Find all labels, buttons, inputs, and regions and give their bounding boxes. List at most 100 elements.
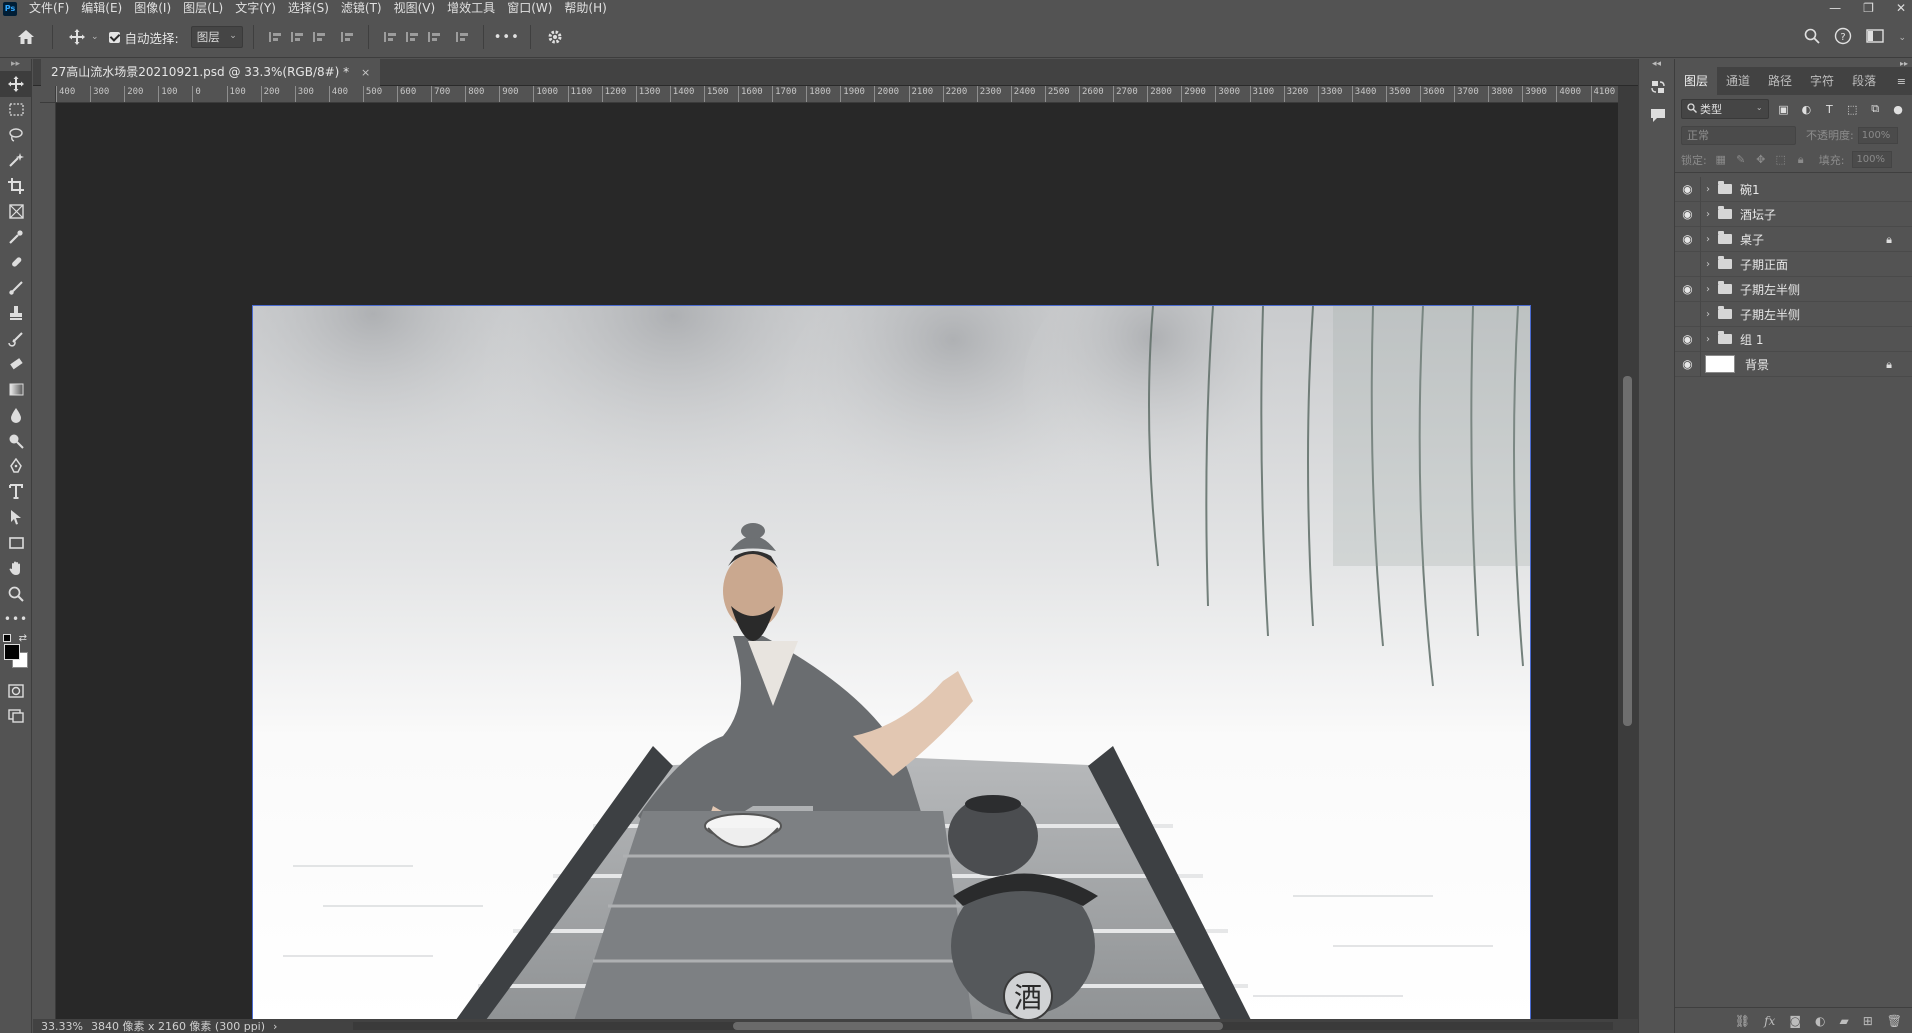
menu-filter[interactable]: 滤镜(T) [335,0,388,17]
align-bottom-icon[interactable] [423,26,445,48]
dodge-tool[interactable] [0,428,32,454]
horizontal-scrollbar[interactable] [353,1022,1613,1030]
collapse-panels-icon[interactable]: ◂◂ [1639,59,1674,73]
filter-toggle-icon[interactable]: ● [1890,103,1906,116]
tab-paths[interactable]: 路径 [1759,67,1801,95]
trash-icon[interactable]: 🗑︎ [1887,1014,1902,1028]
expand-group-icon[interactable]: › [1701,334,1715,345]
menu-help[interactable]: 帮助(H) [558,0,612,17]
visibility-toggle[interactable]: ◉ [1675,351,1701,377]
eraser-tool[interactable] [0,352,32,378]
expand-group-icon[interactable]: › [1701,209,1715,220]
auto-select-checkbox[interactable] [108,31,120,43]
zoom-tool[interactable] [0,581,32,607]
tab-channels[interactable]: 通道 [1717,67,1759,95]
blend-mode-dropdown[interactable]: 正常 [1681,125,1796,145]
clone-stamp-tool[interactable] [0,301,32,327]
pen-tool[interactable] [0,454,32,480]
type-tool[interactable] [0,479,32,505]
menu-edit[interactable]: 编辑(E) [75,0,128,17]
layer-row[interactable]: ◉ 背景 🔒︎ [1675,351,1912,377]
align-center-vertical-icon[interactable] [401,26,423,48]
close-window-button[interactable]: ✕ [1896,0,1906,17]
opacity-input[interactable]: 100% [1857,126,1898,144]
gradient-tool[interactable] [0,377,32,403]
move-tool[interactable] [0,71,32,97]
visibility-toggle[interactable]: ◉ [1675,326,1701,352]
vertical-scrollbar[interactable] [1618,86,1638,1019]
document-tab[interactable]: 27高山流水场景20210921.psd @ 33.3%(RGB/8#) * × [41,59,381,86]
zoom-level[interactable]: 33.33% [33,1020,91,1033]
search-icon[interactable] [1804,28,1821,47]
distribute-horizontal-icon[interactable] [451,26,473,48]
history-panel-icon[interactable] [1639,73,1676,101]
layer-row[interactable]: ◉ › 子期正面 [1675,251,1912,277]
restore-button[interactable]: ❐ [1863,0,1874,17]
magic-wand-tool[interactable] [0,148,32,174]
lock-position-icon[interactable]: ✥ [1755,153,1767,166]
menu-type[interactable]: 文字(Y) [229,0,282,17]
gear-icon[interactable] [541,23,569,51]
distribute-vertical-icon[interactable] [336,26,358,48]
rectangle-tool[interactable] [0,530,32,556]
align-right-icon[interactable] [308,26,330,48]
frame-tool[interactable] [0,199,32,225]
filter-smart-object-icon[interactable]: ⧉ [1867,102,1883,116]
menu-window[interactable]: 窗口(W) [501,0,558,17]
lock-transparent-pixels-icon[interactable]: ▦ [1715,153,1727,166]
add-mask-icon[interactable]: ◙ [1789,1014,1801,1028]
horizontal-ruler[interactable]: 400 300 200 100 0 100 200 300 400 500 600 700 800 900… [56,86,1618,103]
visibility-toggle[interactable]: ◉ [1675,301,1701,327]
move-tool-icon[interactable] [63,23,91,51]
visibility-toggle[interactable]: ◉ [1675,201,1701,227]
new-layer-icon[interactable]: ⊞ [1863,1014,1873,1028]
layer-row[interactable]: ◉ › 酒坛子 [1675,201,1912,227]
menu-plugins[interactable]: 增效工具 [441,0,501,17]
expand-group-icon[interactable]: › [1701,259,1715,270]
align-left-icon[interactable] [264,26,286,48]
tab-paragraph[interactable]: 段落 [1843,67,1885,95]
default-colors-icon[interactable] [3,634,11,642]
adjustment-layer-icon[interactable]: ◐ [1815,1014,1825,1028]
visibility-toggle[interactable]: ◉ [1675,251,1701,277]
layer-row[interactable]: ◉ › 子期左半侧 [1675,276,1912,302]
filter-shape-icon[interactable]: ⬚ [1844,103,1860,116]
marquee-tool[interactable] [0,97,32,123]
layer-row[interactable]: ◉ › 组 1 [1675,326,1912,352]
align-top-icon[interactable] [379,26,401,48]
vertical-scroll-thumb[interactable] [1623,376,1632,726]
foreground-color-swatch[interactable] [4,644,20,660]
lock-artboard-icon[interactable]: ⬚ [1775,153,1787,166]
expand-group-icon[interactable]: › [1701,309,1715,320]
lasso-tool[interactable] [0,122,32,148]
visibility-toggle[interactable]: ◉ [1675,276,1701,302]
help-icon[interactable]: ? [1834,27,1852,48]
visibility-toggle[interactable]: ◉ [1675,226,1701,252]
align-center-horizontal-icon[interactable] [286,26,308,48]
layer-row[interactable]: ◉ › 桌子 🔒︎ [1675,226,1912,252]
layer-filter-dropdown[interactable]: 类型 ⌄ [1681,99,1769,119]
minimize-button[interactable]: — [1829,0,1841,17]
more-options-button[interactable]: ••• [494,30,520,45]
filter-adjustment-icon[interactable]: ◐ [1798,103,1814,116]
crop-tool[interactable] [0,173,32,199]
filter-pixel-icon[interactable]: ▣ [1776,103,1792,116]
expand-group-icon[interactable]: › [1701,184,1715,195]
comments-panel-icon[interactable] [1639,101,1676,129]
home-icon[interactable] [10,23,42,51]
layer-style-icon[interactable]: fx [1764,1014,1775,1028]
tab-character[interactable]: 字符 [1801,67,1843,95]
blur-tool[interactable] [0,403,32,429]
horizontal-scroll-thumb[interactable] [733,1022,1223,1030]
vertical-ruler[interactable] [40,103,56,1019]
menu-image[interactable]: 图像(I) [128,0,177,17]
panel-menu-icon[interactable]: ≡ [1897,75,1906,88]
menu-file[interactable]: 文件(F) [23,0,75,17]
ruler-origin[interactable] [40,86,56,103]
brush-tool[interactable] [0,275,32,301]
path-selection-tool[interactable] [0,505,32,531]
workspace-chevron-icon[interactable]: ⌄ [1898,33,1906,43]
layer-row[interactable]: ◉ › 子期左半侧 [1675,301,1912,327]
tab-layers[interactable]: 图层 [1675,67,1718,95]
fill-input[interactable]: 100% [1852,151,1893,168]
